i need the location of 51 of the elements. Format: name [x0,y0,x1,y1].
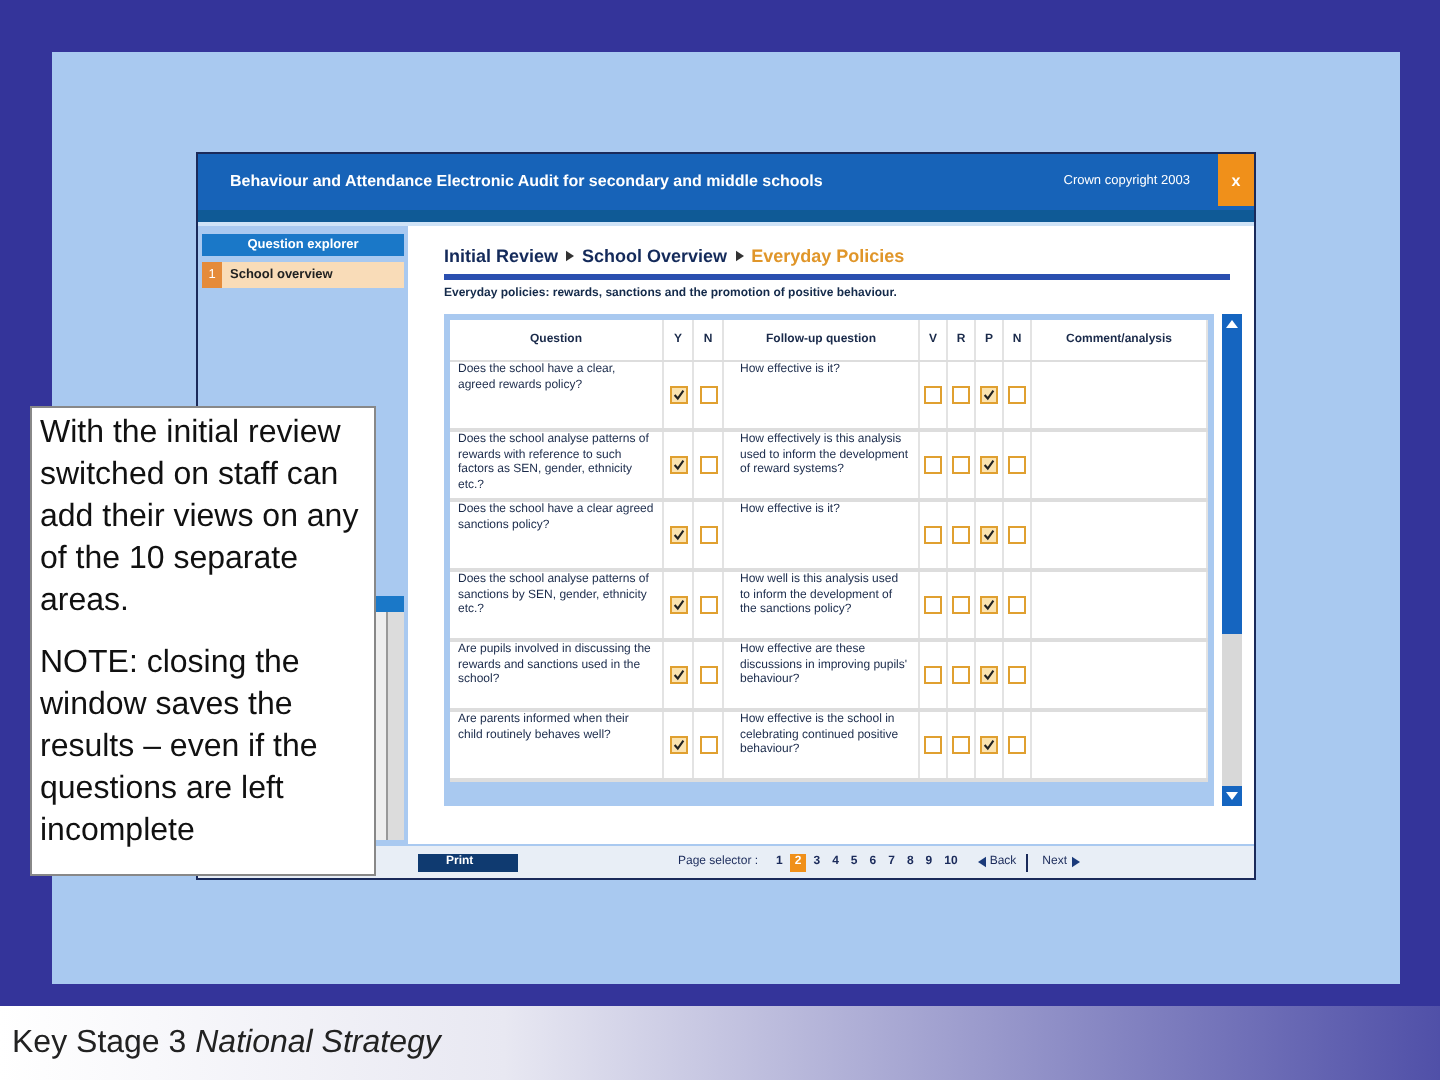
scrollbar[interactable] [1222,314,1242,806]
arrow-icon [1071,856,1079,868]
checkbox[interactable] [952,735,970,754]
checkbox[interactable] [980,665,998,684]
checkbox[interactable] [699,735,717,754]
arrow-icon [566,250,575,262]
callout-text: NOTE: closing the window saves the results – even if the questions are left incomplete [40,644,320,852]
checkbox[interactable] [952,595,970,614]
checkbox[interactable] [669,455,687,474]
checkbox[interactable] [980,385,998,404]
checkbox[interactable] [980,595,998,614]
scroll-thumb[interactable] [1222,334,1242,634]
checkbox[interactable] [669,385,687,404]
checkbox[interactable] [924,385,942,404]
checkbox[interactable] [699,385,717,404]
checkbox[interactable] [980,525,998,544]
checkbox[interactable] [699,455,717,474]
checkbox[interactable] [952,455,970,474]
breadcrumb-link[interactable]: School Overview [582,246,728,266]
checkbox[interactable] [924,595,942,614]
checkbox[interactable] [952,665,970,684]
scroll-down-icon[interactable] [1222,786,1242,806]
window-title: Behaviour and Attendance Electronic Audit for secondary and middle schools [228,171,825,189]
checkbox[interactable] [669,735,687,754]
checkbox[interactable] [699,595,717,614]
checkbox[interactable] [699,665,717,684]
checkbox[interactable] [980,455,998,474]
checkbox[interactable] [1008,385,1026,404]
footer-text: Key Stage 3 National Strategy [12,1025,441,1061]
checkbox[interactable] [1008,595,1026,614]
checkbox[interactable] [924,665,942,684]
callout-text: With the initial review switched on staff can add their views on any of the 10 separate areas. [40,414,361,622]
checkbox[interactable] [1008,455,1026,474]
checkbox[interactable] [1008,735,1026,754]
arrow-icon [977,856,986,868]
checkbox[interactable] [980,735,998,754]
checkbox[interactable] [924,525,942,544]
breadcrumb-link[interactable]: Initial Review [444,246,559,266]
scroll-up-icon[interactable] [1222,314,1242,334]
checkbox[interactable] [924,455,942,474]
arrow-icon [735,250,744,262]
checkbox[interactable] [924,735,942,754]
checkbox[interactable] [952,385,970,404]
scrollbar[interactable] [386,612,404,840]
checkbox[interactable] [669,525,687,544]
checkbox[interactable] [1008,665,1026,684]
checkbox[interactable] [699,525,717,544]
checkbox[interactable] [669,665,687,684]
checkbox[interactable] [669,595,687,614]
checkbox[interactable] [952,525,970,544]
checkbox[interactable] [1008,525,1026,544]
